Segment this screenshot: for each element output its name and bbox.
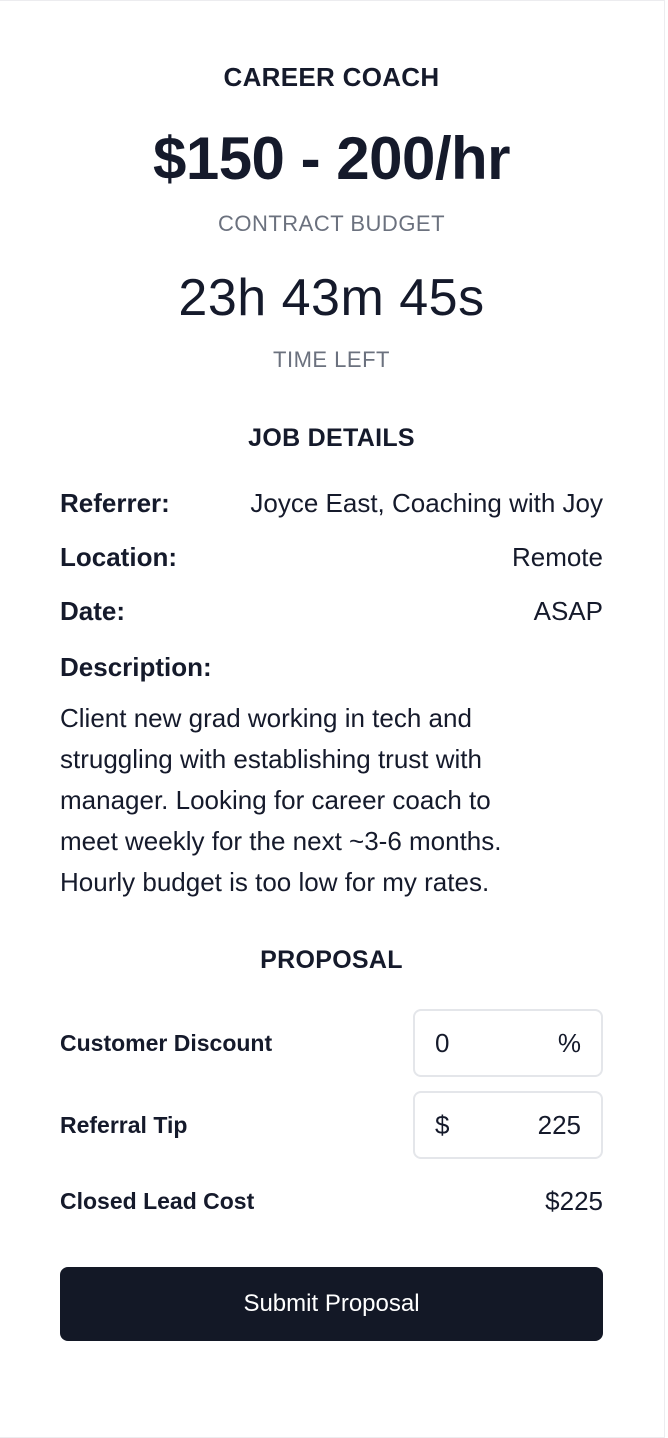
budget-value: $150 - 200/hr xyxy=(152,125,511,192)
referral-tip-input[interactable]: $ 225 xyxy=(413,1091,603,1159)
submit-proposal-button[interactable]: Submit Proposal xyxy=(60,1267,603,1341)
tip-value: 225 xyxy=(537,1109,581,1140)
closed-lead-cost-label: Closed Lead Cost xyxy=(60,1188,255,1214)
customer-discount-label: Customer Discount xyxy=(60,1029,273,1056)
description-line: Client new grad working in tech and xyxy=(60,703,472,733)
description-label: Description: xyxy=(60,652,212,682)
referral-tip-label: Referral Tip xyxy=(60,1111,188,1138)
date-row: Date: ASAP xyxy=(60,596,603,627)
referrer-label: Referrer: xyxy=(60,488,170,518)
time-left-value: 23h 43m 45s xyxy=(178,269,485,327)
referrer-value: Joyce East, Coaching with Joy xyxy=(250,488,603,518)
customer-discount-input[interactable]: 0 % xyxy=(413,1009,603,1077)
customer-discount-row: Customer Discount 0 % xyxy=(60,1009,603,1077)
currency-symbol: $ xyxy=(435,1109,450,1140)
date-value: ASAP xyxy=(533,596,603,626)
location-row: Location: Remote xyxy=(60,542,603,573)
description-text: Client new grad working in tech and stru… xyxy=(60,698,603,903)
percent-unit: % xyxy=(557,1027,581,1058)
referral-tip-row: Referral Tip $ 225 xyxy=(60,1091,603,1159)
referrer-row: Referrer: Joyce East, Coaching with Joy xyxy=(60,488,603,519)
discount-value: 0 xyxy=(435,1027,450,1058)
location-label: Location: xyxy=(60,542,177,572)
description-line: meet weekly for the next ~3-6 months. xyxy=(60,826,502,856)
description-line: struggling with establishing trust with xyxy=(60,744,482,774)
job-details-heading: JOB DETAILS xyxy=(248,424,415,452)
description-line: Hourly budget is too low for my rates. xyxy=(60,867,490,897)
time-left-label: TIME LEFT xyxy=(273,347,390,372)
closed-lead-cost-value: $225 xyxy=(545,1186,603,1216)
proposal-heading: PROPOSAL xyxy=(260,946,403,974)
date-label: Date: xyxy=(60,596,126,626)
location-value: Remote xyxy=(511,542,603,572)
job-title: CAREER COACH xyxy=(223,62,440,92)
description-line: manager. Looking for career coach to xyxy=(60,785,491,815)
closed-lead-cost-row: Closed Lead Cost $225 xyxy=(60,1186,603,1217)
budget-label: CONTRACT BUDGET xyxy=(217,211,446,236)
